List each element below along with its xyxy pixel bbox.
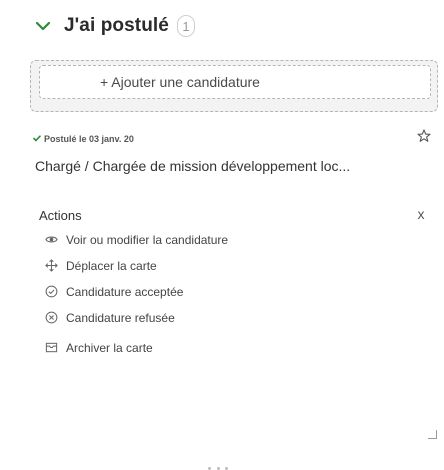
move-icon xyxy=(45,259,58,272)
status-badge-label: Postulé le 03 janv. 20 xyxy=(44,133,134,144)
column-count-badge: 1 xyxy=(176,15,195,37)
menu-item-archive[interactable]: Archiver la carte xyxy=(29,336,439,359)
menu-item-label: Voir ou modifier la candidature xyxy=(66,232,229,247)
menu-item-refused[interactable]: Candidature refusée xyxy=(29,306,439,329)
star-icon[interactable] xyxy=(417,129,431,143)
menu-item-label: Candidature acceptée xyxy=(66,284,184,299)
close-actions-button[interactable]: x xyxy=(414,206,428,222)
menu-item-view-edit[interactable]: Voir ou modifier la candidature xyxy=(29,228,439,251)
check-circle-icon xyxy=(45,285,58,298)
add-candidature-zone: + Ajouter une candidature xyxy=(30,60,438,112)
actions-menu: Voir ou modifier la candidature Déplacer… xyxy=(29,228,439,362)
menu-item-label: Archiver la carte xyxy=(66,340,153,355)
menu-item-accepted[interactable]: Candidature acceptée xyxy=(29,280,439,303)
actions-label: Actions xyxy=(39,208,82,223)
archive-icon xyxy=(45,342,58,353)
card-title[interactable]: Chargé / Chargée de mission développemen… xyxy=(35,158,395,174)
menu-item-move[interactable]: Déplacer la carte xyxy=(29,254,439,277)
eye-icon xyxy=(45,236,58,243)
actions-header: Actions x xyxy=(29,198,439,228)
resize-corner-icon xyxy=(428,430,437,439)
status-badge: Postulé le 03 janv. 20 xyxy=(33,132,134,145)
chevron-down-icon[interactable] xyxy=(36,21,50,31)
menu-item-label: Déplacer la carte xyxy=(66,258,157,273)
x-circle-icon xyxy=(45,311,58,324)
menu-item-label: Candidature refusée xyxy=(66,310,175,325)
add-candidature-button[interactable]: + Ajouter une candidature xyxy=(39,65,431,99)
check-icon xyxy=(33,135,41,142)
column-title: J'ai postulé xyxy=(64,15,169,36)
column-header: J'ai postulé 1 xyxy=(36,14,195,38)
